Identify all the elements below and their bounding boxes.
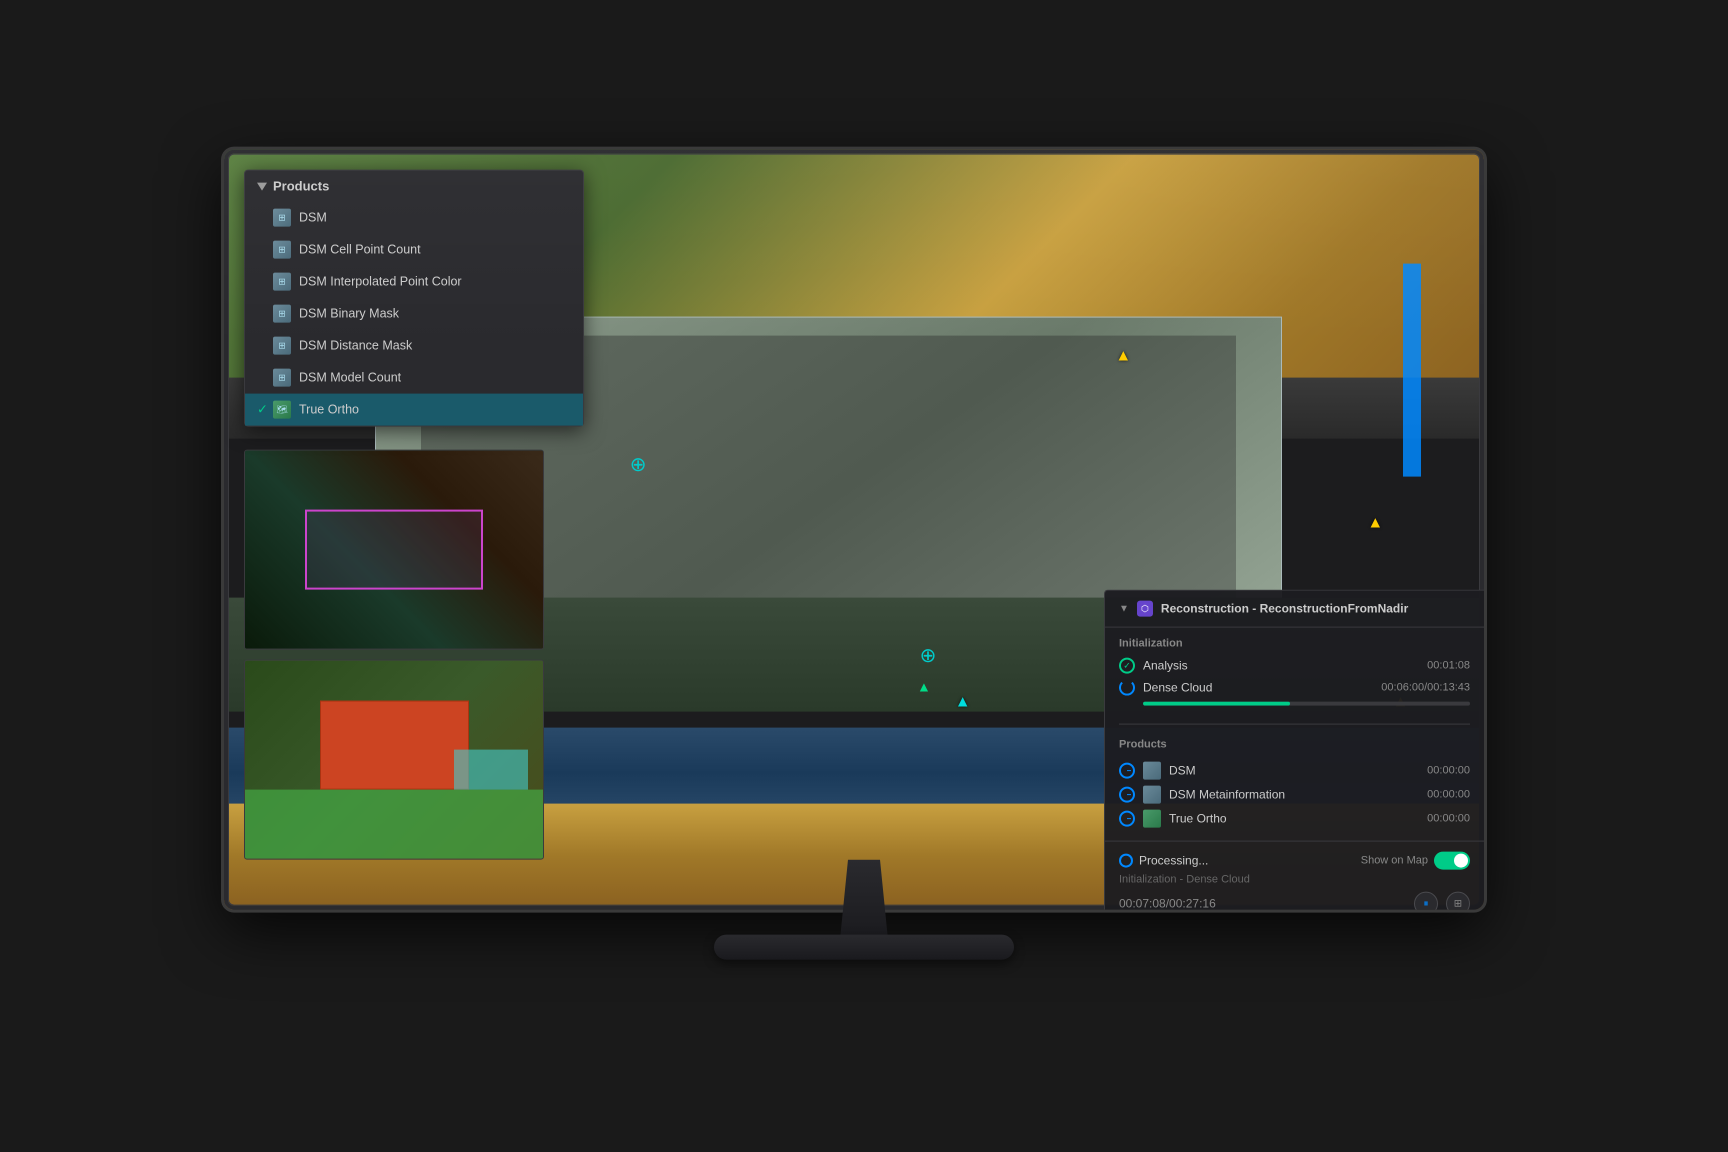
checkmark-icon: ✓ (257, 402, 268, 418)
product-time-dsm-meta: 00:00:00 (1427, 789, 1470, 801)
products-title: Products (1119, 739, 1470, 751)
analysis-time: 00:01:08 (1427, 660, 1470, 672)
monitor-screen: Products ⊞ DSM ⊞ DSM Cell Point Count ⊞ … (224, 150, 1484, 910)
crosshair-1 (627, 454, 649, 476)
marker-cyan-1 (955, 694, 971, 712)
processing-status: Processing... (1119, 854, 1208, 868)
grid-button[interactable]: ⊞ (1446, 892, 1470, 910)
item-label-dsm-dist: DSM Distance Mask (299, 339, 412, 353)
analysis-check-icon: ✓ (1119, 658, 1135, 674)
footer-actions: ⏸ ⊞ (1414, 892, 1470, 910)
dropdown-item-dsm-cell[interactable]: ⊞ DSM Cell Point Count (245, 234, 583, 266)
thumb-content-2 (245, 661, 543, 859)
dropdown-header: Products (245, 171, 583, 202)
item-label-dsm-binary: DSM Binary Mask (299, 307, 399, 321)
triangle-icon (257, 182, 267, 190)
collapse-icon[interactable]: ▼ (1119, 603, 1129, 614)
thumb-green-area (245, 789, 543, 858)
marker-yellow-2 (1115, 347, 1131, 365)
grid-icon: ⊞ (1454, 898, 1462, 909)
panel-title: Reconstruction - ReconstructionFromNadir (1161, 602, 1408, 616)
panel-header: ▼ ⬡ Reconstruction - ReconstructionFromN… (1105, 591, 1484, 628)
product-clock-dsm-meta (1119, 787, 1135, 803)
annotation-blue (1403, 264, 1421, 477)
item-label-true-ortho: True Ortho (299, 403, 359, 417)
dense-cloud-label: Dense Cloud (1143, 681, 1373, 695)
dense-cloud-row: Dense Cloud 00:06:00/00:13:43 (1119, 680, 1470, 696)
processing-panel: ▼ ⬡ Reconstruction - ReconstructionFromN… (1104, 590, 1484, 910)
monitor: Products ⊞ DSM ⊞ DSM Cell Point Count ⊞ … (224, 150, 1504, 970)
product-time-dsm: 00:00:00 (1427, 765, 1470, 777)
item-icon-true-ortho: 🗺 (273, 401, 291, 419)
products-section: Products DSM 00:00:00 DSM Metainformatio… (1105, 729, 1484, 841)
marker-green-1 (917, 679, 931, 697)
product-thumb-dsm (1143, 762, 1161, 780)
dropdown-item-dsm-binary[interactable]: ⊞ DSM Binary Mask (245, 298, 583, 330)
product-row-true-ortho: True Ortho 00:00:00 (1119, 807, 1470, 831)
processing-footer: Processing... Show on Map Initialization… (1105, 841, 1484, 910)
dense-cloud-progress-icon (1119, 680, 1135, 696)
dropdown-item-dsm-interp[interactable]: ⊞ DSM Interpolated Point Color (245, 266, 583, 298)
thumb-building-1 (305, 510, 484, 589)
show-on-map-toggle[interactable] (1434, 852, 1470, 870)
dropdown-item-dsm-model[interactable]: ⊞ DSM Model Count (245, 362, 583, 394)
product-name-dsm-meta: DSM Metainformation (1169, 788, 1419, 802)
product-clock-dsm (1119, 763, 1135, 779)
analysis-label: Analysis (1143, 659, 1419, 673)
panel-icon: ⬡ (1137, 601, 1153, 617)
product-name-dsm: DSM (1169, 764, 1419, 778)
product-time-true-ortho: 00:00:00 (1427, 813, 1470, 825)
dropdown-item-dsm-dist[interactable]: ⊞ DSM Distance Mask (245, 330, 583, 362)
footer-timer-row: 00:07:08/00:27:16 ⏸ ⊞ (1119, 892, 1470, 910)
item-icon-dsm-cell: ⊞ (273, 241, 291, 259)
item-label-dsm-cell: DSM Cell Point Count (299, 243, 421, 257)
initialization-title: Initialization (1119, 638, 1470, 650)
thumbnail-panel-1 (244, 450, 544, 650)
pause-icon: ⏸ (1424, 898, 1429, 909)
dense-cloud-time: 00:06:00/00:13:43 (1381, 682, 1470, 694)
dense-cloud-progress-bar (1143, 702, 1290, 706)
footer-subtitle: Initialization - Dense Cloud (1119, 874, 1470, 886)
processing-status-text: Processing... (1139, 854, 1208, 868)
dropdown-item-true-ortho[interactable]: ✓ 🗺 True Ortho (245, 394, 583, 426)
initialization-section: Initialization ✓ Analysis 00:01:08 Dense… (1105, 628, 1484, 720)
product-thumb-true-ortho (1143, 810, 1161, 828)
product-thumb-dsm-meta (1143, 786, 1161, 804)
item-icon-dsm: ⊞ (273, 209, 291, 227)
products-dropdown: Products ⊞ DSM ⊞ DSM Cell Point Count ⊞ … (244, 170, 584, 427)
item-icon-dsm-dist: ⊞ (273, 337, 291, 355)
item-label-dsm-model: DSM Model Count (299, 371, 401, 385)
thumbnail-panel-2 (244, 660, 544, 860)
thumb-content-1 (245, 451, 543, 649)
analysis-row: ✓ Analysis 00:01:08 (1119, 658, 1470, 674)
pause-button[interactable]: ⏸ (1414, 892, 1438, 910)
monitor-stand-base (714, 935, 1014, 960)
show-on-map-label: Show on Map (1361, 855, 1428, 867)
product-row-dsm-meta: DSM Metainformation 00:00:00 (1119, 783, 1470, 807)
dropdown-title: Products (273, 179, 329, 194)
product-name-true-ortho: True Ortho (1169, 812, 1419, 826)
show-on-map: Show on Map (1361, 852, 1470, 870)
footer-top-row: Processing... Show on Map (1119, 852, 1470, 870)
item-label-dsm-interp: DSM Interpolated Point Color (299, 275, 462, 289)
item-label-dsm: DSM (299, 211, 327, 225)
timer-text: 00:07:08/00:27:16 (1119, 897, 1216, 910)
crosshair-2 (917, 644, 939, 666)
thumb-cyan-rect (454, 750, 529, 790)
item-icon-dsm-model: ⊞ (273, 369, 291, 387)
marker-yellow-1 (1367, 514, 1383, 532)
product-clock-true-ortho (1119, 811, 1135, 827)
processing-dot (1119, 854, 1133, 868)
product-row-dsm: DSM 00:00:00 (1119, 759, 1470, 783)
dense-cloud-progress-bar-container (1143, 702, 1470, 706)
thumb-building-2 (320, 700, 469, 789)
divider-1 (1119, 724, 1470, 725)
item-icon-dsm-interp: ⊞ (273, 273, 291, 291)
dropdown-item-dsm[interactable]: ⊞ DSM (245, 202, 583, 234)
item-icon-dsm-binary: ⊞ (273, 305, 291, 323)
